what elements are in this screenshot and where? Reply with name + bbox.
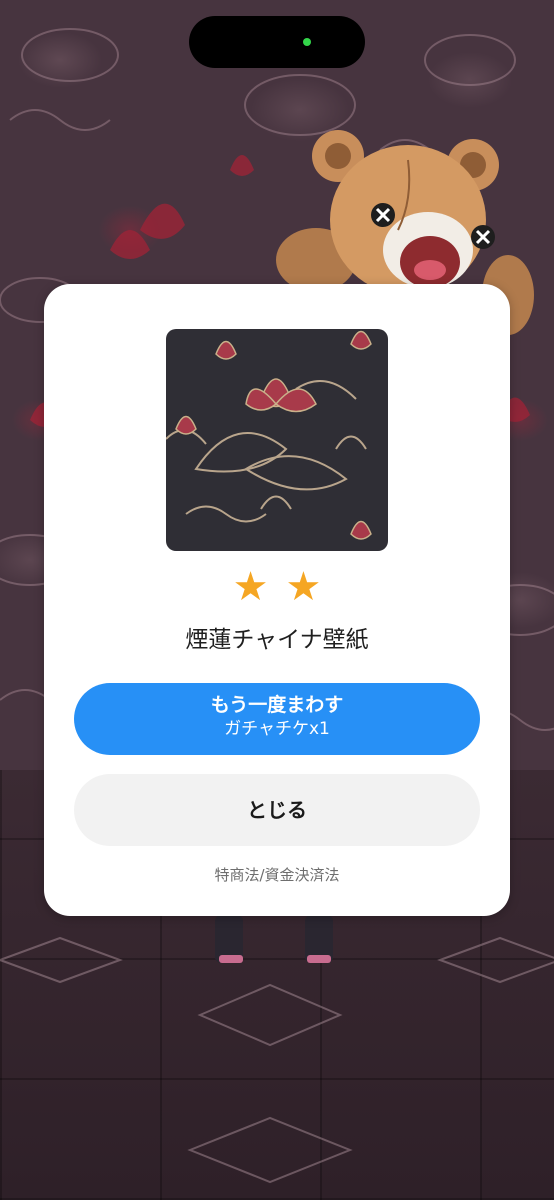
legal-notice-link[interactable]: 特商法/資金決済法 [44,862,510,888]
star-icon: ★ [285,564,322,610]
spin-again-label: もう一度まわす [210,694,344,716]
item-name: 煙蓮チャイナ壁紙 [185,627,369,653]
avatar-legs [215,915,335,967]
spin-again-button[interactable]: もう一度まわす ガチャチケx1 [74,683,480,755]
item-preview-image [166,329,388,551]
star-icon: ★ [232,564,269,610]
rarity-stars: ★ ★ [44,562,510,612]
close-button[interactable]: とじる [74,774,480,846]
dynamic-island [189,16,365,68]
ticket-cost-label: ガチャチケx1 [224,719,330,739]
gacha-result-dialog: ★ ★ 煙蓮チャイナ壁紙 もう一度まわす ガチャチケx1 とじる 特商法/資金決… [44,284,510,916]
camera-indicator-dot [303,38,311,46]
gacha-result-screen: ★ ★ 煙蓮チャイナ壁紙 もう一度まわす ガチャチケx1 とじる 特商法/資金決… [0,0,554,1200]
